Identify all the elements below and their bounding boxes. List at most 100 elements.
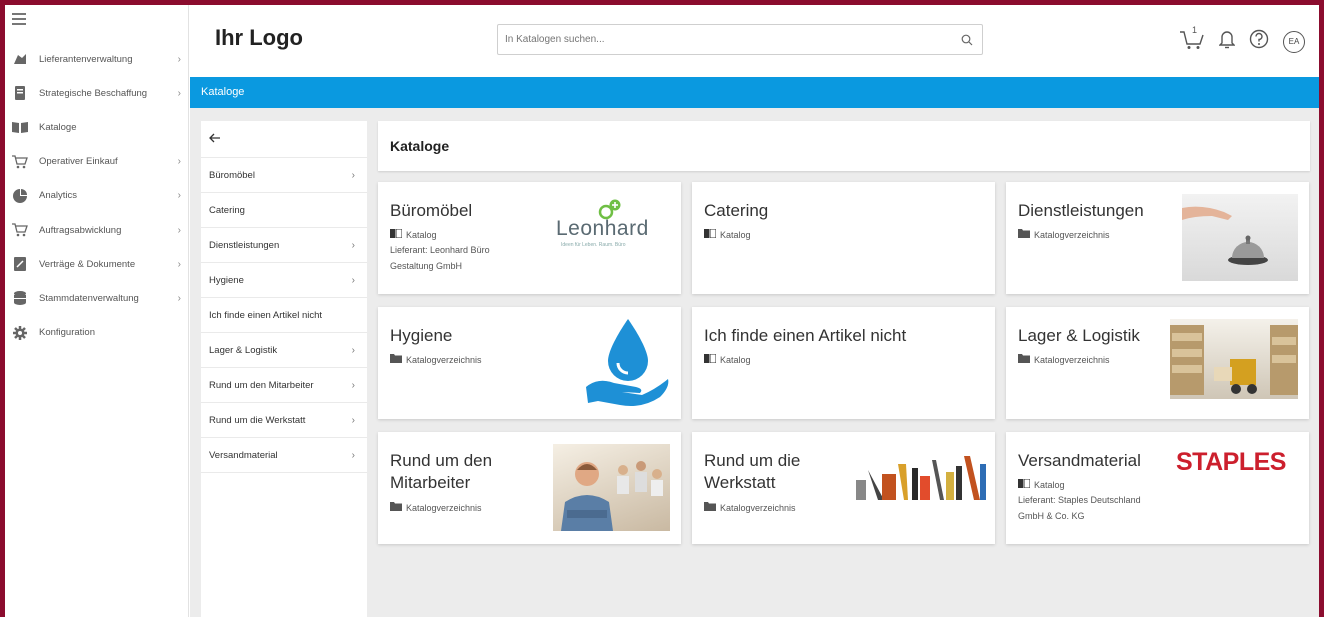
catalog-card-versandmaterial[interactable]: Versandmaterial Katalog Lieferant: Stapl… [1006, 432, 1309, 544]
chevron-right-icon: › [351, 379, 355, 391]
catalog-card-catering[interactable]: Catering Katalog [692, 182, 995, 294]
gear-icon [12, 325, 28, 341]
user-avatar[interactable]: EA [1283, 30, 1305, 53]
leonhard-logo-text: Leonhard [556, 217, 649, 240]
company-logo[interactable]: Ihr Logo [215, 25, 303, 51]
sidebar-item-auftragsabwicklung[interactable]: Auftragsabwicklung › [5, 213, 189, 247]
subnav-item-versandmaterial[interactable]: Versandmaterial › [201, 438, 367, 473]
contract-icon [12, 256, 28, 272]
subnav-item-catering[interactable]: Catering [201, 193, 367, 228]
header: Ihr Logo 1 EA [190, 5, 1319, 77]
sidebar-item-label: Operativer Einkauf [39, 156, 118, 168]
breadcrumb-bar: Kataloge [190, 77, 1319, 108]
card-title: Lager & Logistik [1018, 326, 1140, 345]
catalog-card-mitarbeiter[interactable]: Rund um den Mitarbeiter Katalogverzeichn… [378, 432, 681, 544]
subnav-item-label: Dienstleistungen [209, 239, 280, 251]
sidebar-item-label: Stammdatenverwaltung [39, 292, 139, 304]
page-title: Kataloge [378, 121, 1310, 171]
card-type-label: Katalogverzeichnis [406, 502, 482, 513]
subnav-item-label: Ich finde einen Artikel nicht [209, 309, 323, 321]
sidebar-item-label: Kataloge [39, 121, 77, 133]
sidebar-item-kataloge[interactable]: Kataloge [5, 110, 189, 144]
card-supplier: Lieferant: Leonhard Büro Gestaltung GmbH [390, 245, 490, 271]
bell-icon[interactable] [1218, 29, 1236, 54]
catalog-card-dienstleistungen[interactable]: Dienstleistungen Katalogverzeichnis [1006, 182, 1309, 294]
sidebar-list: Lieferantenverwaltung › Strategische Bes… [5, 42, 189, 350]
catalog-book-icon [704, 353, 717, 365]
folder-icon [1018, 354, 1030, 365]
document-icon [12, 85, 28, 101]
sidebar-item-label: Verträge & Dokumente [39, 258, 136, 270]
subnav-item-label: Hygiene [209, 274, 244, 286]
folder-icon [390, 354, 402, 365]
subnav-item-bueromoebel[interactable]: Büromöbel › [201, 158, 367, 193]
cart-check-icon [12, 222, 28, 238]
sidebar-item-label: Konfiguration [39, 327, 95, 339]
subnav-item-dienstleistungen[interactable]: Dienstleistungen › [201, 228, 367, 263]
folder-icon [704, 502, 716, 513]
search-icon[interactable] [961, 33, 973, 51]
search-input[interactable] [498, 25, 938, 54]
subnav-item-werkstatt[interactable]: Rund um die Werkstatt › [201, 403, 367, 438]
tools-illustration [856, 450, 986, 502]
catalog-book-icon [12, 119, 28, 135]
catalog-card-lager-logistik[interactable]: Lager & Logistik Katalogverzeichnis [1006, 307, 1309, 419]
chevron-right-icon: › [177, 87, 181, 99]
card-title: Dienstleistungen [1018, 201, 1144, 220]
content-area: Büromöbel › Catering Dienstleistungen › Hy… [190, 108, 1319, 617]
help-icon[interactable] [1249, 29, 1269, 54]
catalog-card-werkstatt[interactable]: Rund um die Werkstatt Katalogverzeichnis [692, 432, 995, 544]
cart-icon [12, 154, 28, 170]
staples-logo: STAPLES [1176, 448, 1296, 482]
subnav-item-artikel-nicht-gefunden[interactable]: Ich finde einen Artikel nicht [201, 298, 367, 333]
chevron-right-icon: › [177, 156, 181, 168]
subnav-item-label: Rund um die Werkstatt [209, 414, 306, 426]
card-type: Katalog [704, 353, 751, 365]
sidebar-item-lieferantenverwaltung[interactable]: Lieferantenverwaltung › [5, 42, 189, 76]
catalog-book-icon [390, 228, 403, 240]
catalog-card-hygiene[interactable]: Hygiene Katalogverzeichnis [378, 307, 681, 419]
card-type: Katalogverzeichnis [390, 502, 482, 513]
sidebar-item-label: Lieferantenverwaltung [39, 53, 133, 65]
card-type-label: Katalog [1034, 479, 1065, 490]
card-title: Rund um den Mitarbeiter [390, 451, 493, 492]
subnav-item-label: Lager & Logistik [209, 344, 278, 356]
card-type: Katalogverzeichnis [390, 354, 482, 365]
search-box [497, 24, 983, 55]
shopping-cart-icon[interactable]: 1 [1179, 25, 1205, 55]
app-window: Lieferantenverwaltung › Strategische Bes… [5, 5, 1319, 617]
card-title: Versandmaterial [1018, 451, 1141, 470]
chevron-right-icon: › [351, 344, 355, 356]
employees-photo [553, 444, 670, 531]
chevron-right-icon: › [351, 414, 355, 426]
subnav-item-hygiene[interactable]: Hygiene › [201, 263, 367, 298]
sidebar-item-konfiguration[interactable]: Konfiguration [5, 316, 189, 350]
hamburger-menu-icon[interactable] [12, 13, 26, 25]
cart-count-badge: 1 [1192, 25, 1198, 35]
card-title: Rund um die Werkstatt [704, 451, 801, 492]
sidebar-item-operativer-einkauf[interactable]: Operativer Einkauf › [5, 145, 189, 179]
subnav-item-label: Büromöbel [209, 169, 255, 181]
staples-logo-text: STAPLES [1176, 448, 1286, 476]
card-type: Katalog [704, 228, 751, 240]
arrow-left-icon [209, 130, 221, 148]
catalog-card-bueromoebel[interactable]: Büromöbel Katalog Lieferant: Leonhard Bü… [378, 182, 681, 294]
subnav-item-lager-logistik[interactable]: Lager & Logistik › [201, 333, 367, 368]
sidebar-item-stammdatenverwaltung[interactable]: Stammdatenverwaltung › [5, 281, 189, 315]
sidebar: Lieferantenverwaltung › Strategische Bes… [5, 5, 189, 617]
sidebar-item-label: Strategische Beschaffung [39, 87, 148, 99]
sidebar-item-analytics[interactable]: Analytics › [5, 179, 189, 213]
subnav-item-mitarbeiter[interactable]: Rund um den Mitarbeiter › [201, 368, 367, 403]
breadcrumb-item-kataloge[interactable]: Kataloge [201, 86, 244, 98]
folder-icon [390, 502, 402, 513]
sidebar-item-label: Analytics [39, 190, 78, 202]
folder-icon [1018, 229, 1030, 240]
back-button[interactable] [201, 121, 367, 158]
sidebar-item-strategische-beschaffung[interactable]: Strategische Beschaffung › [5, 76, 189, 110]
catalog-card-artikel-nicht-gefunden[interactable]: Ich finde einen Artikel nicht Katalog [692, 307, 995, 419]
card-type: Katalogverzeichnis [1018, 229, 1110, 240]
card-type: Katalog [390, 228, 437, 240]
chevron-right-icon: › [177, 258, 181, 270]
subnav-item-label: Rund um den Mitarbeiter [209, 379, 314, 391]
sidebar-item-vertraege-dokumente[interactable]: Verträge & Dokumente › [5, 247, 189, 281]
